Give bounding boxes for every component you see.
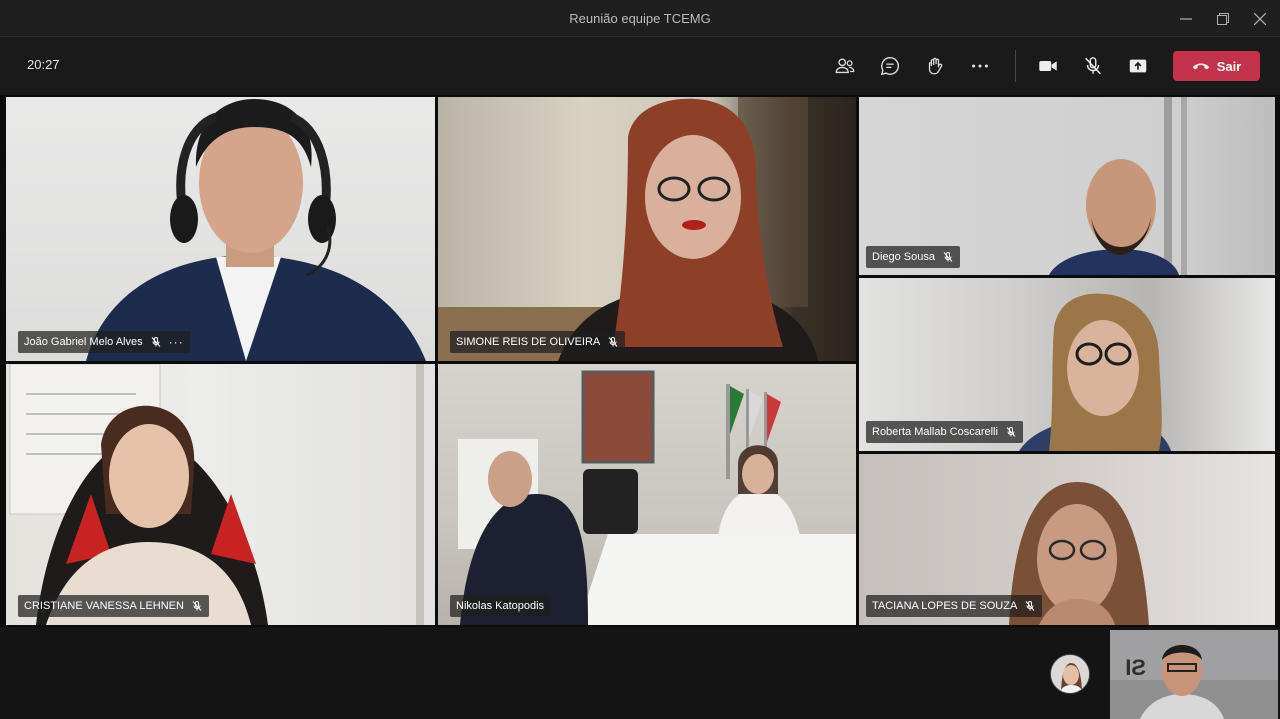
participant-video [438,97,818,361]
meeting-timer: 20:27 [27,57,60,72]
window-title-bar: Reunião equipe TCEMG [0,0,1280,37]
participant-name-tag: Diego Sousa [866,246,960,268]
mic-toggle-button[interactable] [1078,51,1108,81]
share-screen-icon [1129,59,1147,73]
mic-muted-icon [1005,426,1017,438]
self-video-feed: SI [1110,630,1278,719]
participant-video [86,99,426,361]
leave-button[interactable]: Sair [1173,51,1260,81]
close-icon [1254,13,1266,25]
participant-name: TACIANA LOPES DE SOUZA [872,600,1018,612]
mic-muted-icon [1024,600,1036,612]
participant-name-tag: Roberta Mallab Coscarelli [866,421,1023,443]
video-tile[interactable]: Roberta Mallab Coscarelli [859,278,1275,451]
participant-video [9,364,424,625]
video-tile[interactable]: SIMONE REIS DE OLIVEIRA [438,97,856,361]
camera-toggle-button[interactable] [1033,51,1063,81]
mic-off-icon [1085,57,1101,75]
svg-text:SI: SI [1125,655,1146,680]
mic-muted-icon [150,336,162,348]
toolbar-divider [1015,50,1016,82]
minimize-icon [1180,18,1192,20]
more-icon [972,64,988,68]
participant-name: Roberta Mallab Coscarelli [872,426,998,438]
meeting-control-bar: 20:27 Sair [0,37,1280,95]
mic-muted-icon [191,600,203,612]
phone-hangup-icon [1192,63,1209,70]
participants-button[interactable] [830,51,860,81]
people-icon [835,58,855,74]
mic-muted-icon [607,336,619,348]
video-tile[interactable]: Diego Sousa [859,97,1275,275]
chat-icon [880,57,899,76]
participant-name-tag: CRISTIANE VANESSA LEHNEN [18,595,209,617]
share-screen-button[interactable] [1123,51,1153,81]
video-tile[interactable]: CRISTIANE VANESSA LEHNEN [6,364,435,625]
video-tile[interactable]: Nikolas Katopodis [438,364,856,625]
participant-name: SIMONE REIS DE OLIVEIRA [456,336,601,348]
raise-hand-icon [928,57,943,75]
camera-icon [1039,60,1057,72]
restore-button[interactable] [1210,7,1236,31]
participant-name-tag: TACIANA LOPES DE SOUZA [866,595,1043,617]
participant-name-tag: SIMONE REIS DE OLIVEIRA [450,331,626,353]
participant-name: João Gabriel Melo Alves [24,336,143,348]
window-title: Reunião equipe TCEMG [569,11,711,26]
avatar-image [1051,655,1089,693]
video-tile[interactable]: TACIANA LOPES DE SOUZA [859,454,1275,625]
participant-name: Diego Sousa [872,251,935,263]
minimize-button[interactable] [1173,7,1199,31]
self-video-preview[interactable]: SI [1110,630,1278,719]
participant-more-options[interactable]: ··· [169,335,184,349]
restore-icon [1217,13,1229,25]
participant-avatar[interactable] [1050,654,1090,694]
participant-name: CRISTIANE VANESSA LEHNEN [24,600,184,612]
participant-video [458,370,856,625]
chat-button[interactable] [875,51,905,81]
close-button[interactable] [1247,7,1273,31]
raise-hand-button[interactable] [920,51,950,81]
mic-muted-icon [942,251,954,263]
participant-name-tag: João Gabriel Melo Alves ··· [18,331,190,353]
more-options-button[interactable] [965,51,995,81]
leave-label: Sair [1216,58,1242,74]
participant-name-tag: Nikolas Katopodis [450,595,551,617]
participant-name: Nikolas Katopodis [456,600,545,612]
video-tile[interactable]: João Gabriel Melo Alves ··· [6,97,435,361]
